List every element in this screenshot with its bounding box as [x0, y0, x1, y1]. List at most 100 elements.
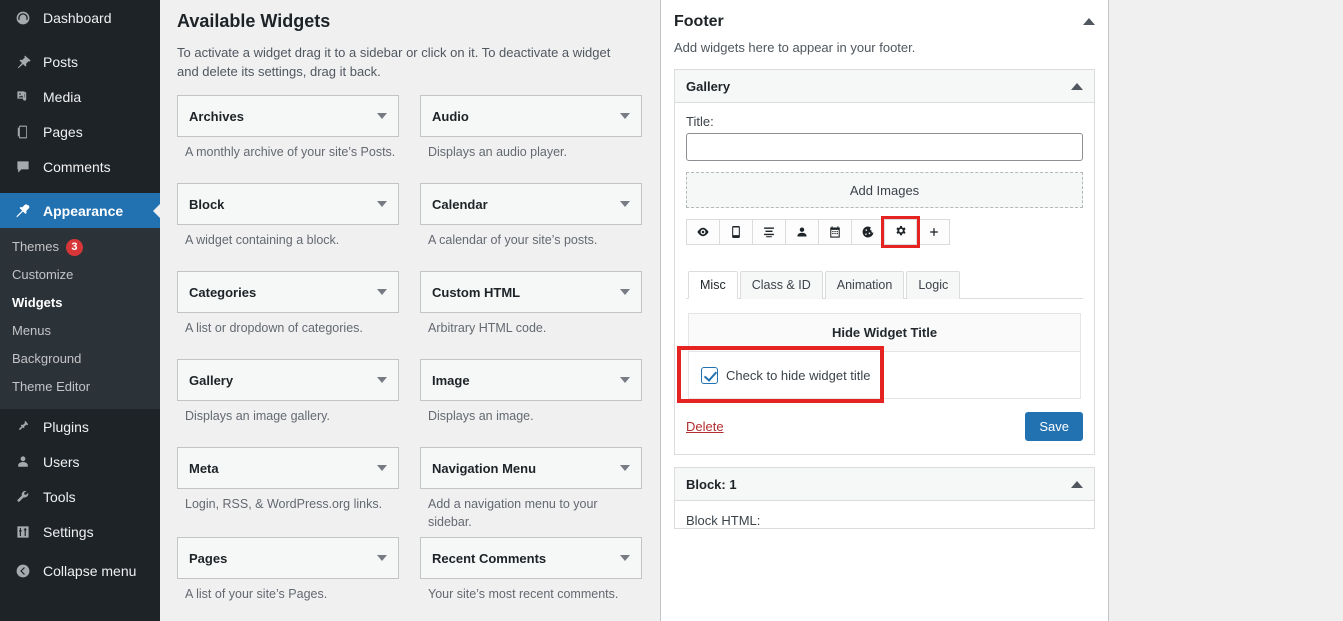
chevron-down-icon[interactable]	[377, 113, 387, 119]
chevron-down-icon[interactable]	[620, 555, 630, 561]
sidebars-column: Footer Add widgets here to appear in you…	[660, 0, 1343, 621]
hide-widget-title-checkbox[interactable]	[701, 366, 718, 384]
widget-name: Calendar	[432, 196, 488, 212]
widget-name: Audio	[432, 108, 469, 124]
widget-toggle-archives[interactable]: Archives	[177, 95, 399, 137]
sidebar-item-media[interactable]: Media	[0, 79, 160, 114]
sidebar-item-tools[interactable]: Tools	[0, 479, 160, 514]
save-button[interactable]: Save	[1025, 412, 1083, 441]
sidebar-item-pages[interactable]: Pages	[0, 114, 160, 149]
sidebar-item-theme-editor[interactable]: Theme Editor	[0, 373, 160, 401]
sidebar-item-label: Tools	[43, 488, 76, 505]
chevron-up-icon[interactable]	[1071, 480, 1083, 488]
widget-card-archives: Archives A monthly archive of your site’…	[177, 95, 399, 183]
chevron-down-icon[interactable]	[377, 377, 387, 383]
tab-logic[interactable]: Logic	[906, 271, 961, 299]
delete-link[interactable]: Delete	[686, 419, 724, 434]
sidebar-divider	[0, 35, 160, 44]
widget-card-navigation-menu: Navigation Menu Add a navigation menu to…	[420, 447, 642, 537]
users-icon	[12, 454, 34, 470]
sidebar-item-label: Settings	[43, 523, 94, 540]
add-images-button[interactable]: Add Images	[686, 172, 1083, 208]
widget-card-image: Image Displays an image.	[420, 359, 642, 447]
plus-icon[interactable]	[917, 219, 950, 245]
chevron-down-icon[interactable]	[377, 555, 387, 561]
chevron-down-icon[interactable]	[620, 465, 630, 471]
title-input[interactable]	[686, 133, 1083, 161]
footer-panel-header[interactable]: Footer	[674, 0, 1095, 32]
widget-toggle-recent-comments[interactable]: Recent Comments	[420, 537, 642, 579]
sidebar-item-dashboard[interactable]: Dashboard	[0, 0, 160, 35]
sidebar-item-background[interactable]: Background	[0, 345, 160, 373]
widget-toggle-block[interactable]: Block	[177, 183, 399, 225]
widget-toggle-calendar[interactable]: Calendar	[420, 183, 642, 225]
widget-description: Add a navigation menu to your sidebar.	[428, 497, 598, 529]
dashboard-icon	[12, 10, 34, 26]
widget-card-gallery: Gallery Displays an image gallery.	[177, 359, 399, 447]
cookie-icon[interactable]	[851, 219, 884, 245]
sidebar-item-settings[interactable]: Settings	[0, 514, 160, 549]
widget-toggle-categories[interactable]: Categories	[177, 271, 399, 313]
widget-toggle-navigation-menu[interactable]: Navigation Menu	[420, 447, 642, 489]
widget-description: A calendar of your site’s posts.	[428, 233, 598, 247]
chevron-down-icon[interactable]	[620, 201, 630, 207]
footer-panel-title: Footer	[674, 13, 724, 30]
hide-widget-title-heading: Hide Widget Title	[688, 313, 1081, 351]
widget-card-calendar: Calendar A calendar of your site’s posts…	[420, 183, 642, 271]
tab-misc[interactable]: Misc	[688, 271, 738, 299]
widget-card-block: Block A widget containing a block.	[177, 183, 399, 271]
settings-icon	[12, 524, 34, 540]
chevron-up-icon[interactable]	[1071, 82, 1083, 90]
widget-toggle-pages[interactable]: Pages	[177, 537, 399, 579]
widget-name: Image	[432, 372, 470, 388]
collapse-icon	[12, 563, 34, 579]
align-icon[interactable]	[752, 219, 785, 245]
appearance-icon	[12, 203, 34, 219]
block-widget-header[interactable]: Block: 1	[675, 468, 1094, 501]
widget-toggle-audio[interactable]: Audio	[420, 95, 642, 137]
calendar-icon[interactable]	[818, 219, 851, 245]
available-widgets-section: Available Widgets To activate a widget d…	[160, 0, 660, 621]
tools-icon	[12, 489, 34, 505]
hide-widget-title-checkbox-label[interactable]: Check to hide widget title	[726, 368, 871, 383]
chevron-down-icon[interactable]	[377, 289, 387, 295]
user-icon[interactable]	[785, 219, 818, 245]
widget-card-categories: Categories A list or dropdown of categor…	[177, 271, 399, 359]
widget-toggle-custom-html[interactable]: Custom HTML	[420, 271, 642, 313]
sidebar-item-comments[interactable]: Comments	[0, 149, 160, 184]
widget-name: Recent Comments	[432, 550, 547, 566]
sidebar-item-collapse-menu[interactable]: Collapse menu	[0, 553, 160, 588]
pin-icon	[12, 54, 34, 70]
widget-toggle-gallery[interactable]: Gallery	[177, 359, 399, 401]
widget-toggle-meta[interactable]: Meta	[177, 447, 399, 489]
sidebar-item-users[interactable]: Users	[0, 444, 160, 479]
chevron-down-icon[interactable]	[620, 289, 630, 295]
gear-icon[interactable]	[881, 216, 920, 248]
tab-class-and-id[interactable]: Class & ID	[739, 271, 823, 299]
chevron-down-icon[interactable]	[377, 465, 387, 471]
device-icon[interactable]	[719, 219, 752, 245]
gallery-widget-header[interactable]: Gallery	[675, 70, 1094, 103]
sidebar-subitem-label: Widgets	[12, 295, 63, 310]
widget-description: Your site’s most recent comments.	[428, 587, 619, 601]
chevron-down-icon[interactable]	[377, 201, 387, 207]
eye-icon[interactable]	[686, 219, 719, 245]
tab-animation[interactable]: Animation	[824, 271, 905, 299]
sidebar-item-themes[interactable]: Themes 3	[0, 233, 160, 261]
sidebar-item-menus[interactable]: Menus	[0, 317, 160, 345]
sidebar-item-label: Users	[43, 453, 80, 470]
chevron-down-icon[interactable]	[620, 113, 630, 119]
sidebar-item-posts[interactable]: Posts	[0, 44, 160, 79]
themes-update-badge: 3	[65, 238, 83, 256]
chevron-down-icon[interactable]	[620, 377, 630, 383]
sidebar-item-widgets[interactable]: Widgets	[0, 289, 160, 317]
available-widgets-grid: Archives A monthly archive of your site’…	[177, 95, 642, 621]
sidebar-divider	[0, 184, 160, 193]
sidebar-item-customize[interactable]: Customize	[0, 261, 160, 289]
chevron-up-icon[interactable]	[1083, 18, 1095, 25]
sidebar-item-appearance[interactable]: Appearance	[0, 193, 160, 228]
widget-toggle-image[interactable]: Image	[420, 359, 642, 401]
misc-tab-panel: Hide Widget Title Check to hide widget t…	[677, 299, 1083, 403]
page-title: Available Widgets	[177, 11, 331, 31]
sidebar-item-plugins[interactable]: Plugins	[0, 409, 160, 444]
